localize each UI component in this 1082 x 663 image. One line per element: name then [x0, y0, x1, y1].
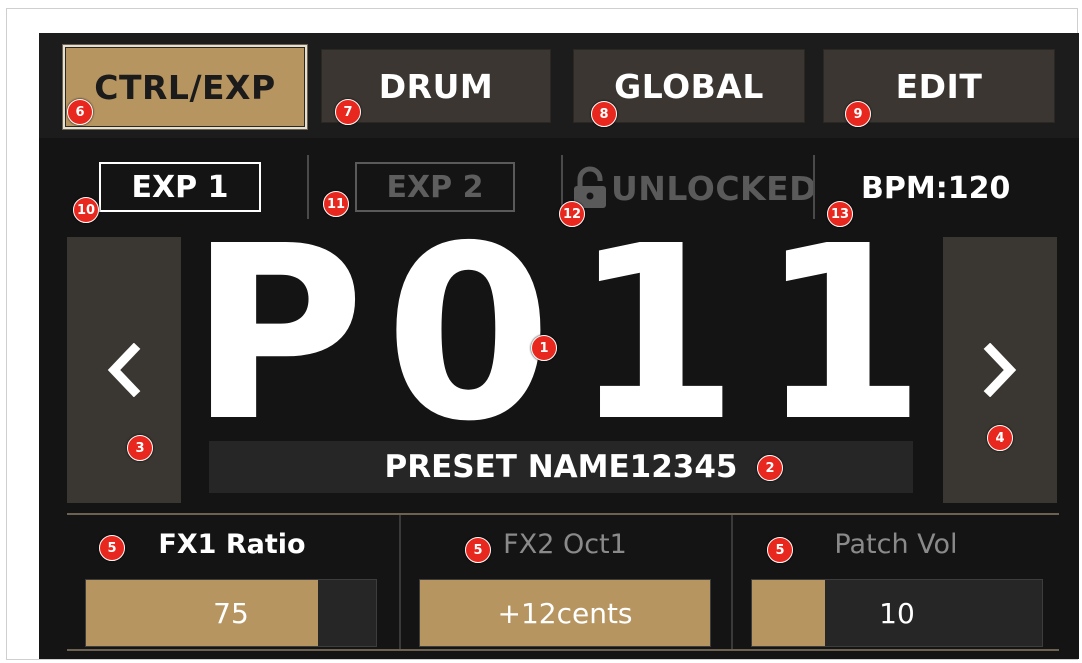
param-value: 75	[213, 596, 249, 630]
param-value: +12cents	[497, 596, 633, 630]
param-label: FX2 Oct1	[503, 529, 627, 560]
chevron-right-icon	[983, 343, 1017, 397]
parameter-strip: FX1 Ratio 75 FX2 Oct1 +12cents Patch Vol…	[67, 513, 1059, 653]
callout-marker: 1	[531, 335, 557, 361]
callout-marker: 5	[99, 535, 125, 561]
divider	[67, 649, 1059, 651]
preset-name[interactable]: PRESET NAME12345	[209, 441, 913, 493]
callout-marker: 7	[335, 99, 361, 125]
callout-marker: 10	[73, 197, 99, 223]
param-patch-vol[interactable]: Patch Vol 10	[731, 515, 1059, 649]
param-value: 10	[879, 596, 915, 630]
param-value-bar[interactable]: +12cents	[419, 579, 711, 647]
next-preset-button[interactable]	[943, 237, 1057, 503]
preset-number: P011	[189, 194, 946, 474]
callout-marker: 12	[559, 201, 585, 227]
callout-marker: 5	[767, 537, 793, 563]
callout-marker: 5	[465, 537, 491, 563]
callout-marker: 6	[67, 99, 93, 125]
callout-marker: 11	[323, 191, 349, 217]
chevron-left-icon	[107, 343, 141, 397]
callout-marker: 2	[757, 455, 783, 481]
callout-marker: 9	[845, 101, 871, 127]
param-fx2-oct1[interactable]: FX2 Oct1 +12cents	[399, 515, 729, 649]
param-value-bar[interactable]: 75	[85, 579, 377, 647]
callout-marker: 8	[591, 101, 617, 127]
tab-ctrl-exp[interactable]: CTRL/EXP	[65, 47, 305, 127]
prev-preset-button[interactable]	[67, 237, 181, 503]
callout-marker: 13	[827, 201, 853, 227]
callout-marker: 4	[987, 425, 1013, 451]
callout-marker: 3	[127, 435, 153, 461]
tab-bar: CTRL/EXP DRUM GLOBAL EDIT	[39, 33, 1079, 138]
screenshot-frame: CTRL/EXP DRUM GLOBAL EDIT EXP 1 EXP 2 UN…	[6, 8, 1079, 660]
param-value-bar[interactable]: 10	[751, 579, 1043, 647]
device-screen: CTRL/EXP DRUM GLOBAL EDIT EXP 1 EXP 2 UN…	[39, 33, 1079, 659]
